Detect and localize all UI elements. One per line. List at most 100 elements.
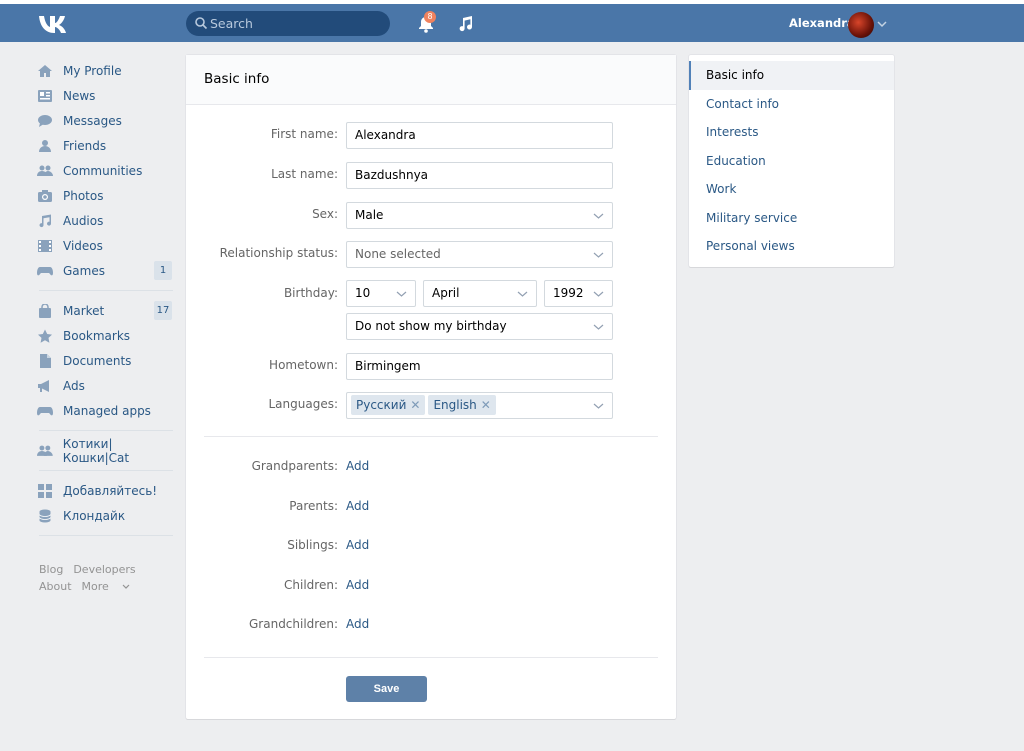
gamepad-icon xyxy=(37,266,53,275)
menu-item-education[interactable]: Education xyxy=(689,147,894,176)
menu-item-contact-info[interactable]: Contact info xyxy=(689,90,894,119)
music-icon xyxy=(39,214,52,227)
save-button[interactable]: Save xyxy=(346,676,427,702)
nav-label: Messages xyxy=(63,113,122,128)
nav-label: Documents xyxy=(63,353,132,368)
sex-value: Male xyxy=(355,208,384,222)
menu-item-military-service[interactable]: Military service xyxy=(689,204,894,233)
nav-item-managed-apps[interactable]: Managed apps xyxy=(37,398,177,423)
add-parents-link[interactable]: Add xyxy=(346,499,369,513)
last-name-field[interactable]: Bazdushnya xyxy=(346,162,613,189)
more-link[interactable]: More xyxy=(82,580,131,593)
grandchildren-label: Grandchildren: xyxy=(249,617,338,631)
market-count-badge: 17 xyxy=(154,301,172,320)
nav-label: Communities xyxy=(63,163,143,178)
nav-item-news[interactable]: News xyxy=(37,83,177,108)
language-chip[interactable]: Русский ✕ xyxy=(351,395,426,415)
star-icon xyxy=(38,329,52,343)
nav-item-games[interactable]: Games 1 xyxy=(37,258,177,283)
developers-link[interactable]: Developers xyxy=(73,563,135,576)
hometown-field[interactable]: Birmingem xyxy=(346,353,613,380)
add-grandchildren-link[interactable]: Add xyxy=(346,617,369,631)
nav-item-communities[interactable]: Communities xyxy=(37,158,177,183)
birthday-day-value: 10 xyxy=(355,286,371,300)
megaphone-icon xyxy=(38,379,49,392)
children-label: Children: xyxy=(284,578,338,592)
chevron-down-icon xyxy=(396,291,407,297)
nav-item-friends[interactable]: Friends xyxy=(37,133,177,158)
basic-info-card: Basic info First name: Alexandra Last na… xyxy=(186,55,676,719)
friends-icon xyxy=(39,139,51,152)
chevron-down-icon xyxy=(122,584,130,589)
nav-item-bookmarks[interactable]: Bookmarks xyxy=(37,323,177,348)
nav-label: Games xyxy=(63,263,105,278)
nav-label: Friends xyxy=(63,138,107,153)
side-navigation: My Profile News Messages Friends Communi… xyxy=(37,58,177,543)
relationship-status-label: Relationship status: xyxy=(219,246,338,260)
sex-select[interactable]: Male xyxy=(346,202,613,229)
nav-item-ads[interactable]: Ads xyxy=(37,373,177,398)
avatar[interactable] xyxy=(848,12,874,38)
music-note-icon[interactable] xyxy=(457,15,475,33)
add-children-link[interactable]: Add xyxy=(346,578,369,592)
remove-icon[interactable]: ✕ xyxy=(410,398,420,412)
add-siblings-link[interactable]: Add xyxy=(346,538,369,552)
relationship-status-select[interactable]: None selected xyxy=(346,241,613,268)
menu-item-basic-info[interactable]: Basic info xyxy=(689,61,894,90)
languages-select[interactable]: Русский ✕ English ✕ xyxy=(346,392,613,419)
nav-label: Videos xyxy=(63,238,103,253)
nav-label: Photos xyxy=(63,188,104,203)
chevron-down-icon xyxy=(593,291,604,297)
nav-item-market[interactable]: Market 17 xyxy=(37,298,177,323)
language-chip-label: Русский xyxy=(356,398,407,412)
nav-item-app-dobavlyaites[interactable]: Добавляйтесь! xyxy=(37,478,177,503)
birthday-year-select[interactable]: 1992 xyxy=(544,280,613,307)
chevron-down-icon xyxy=(593,213,604,219)
chevron-down-icon xyxy=(593,252,604,258)
film-icon xyxy=(38,239,52,252)
nav-divider xyxy=(39,535,173,536)
footer-links: Blog Developers About More xyxy=(39,561,179,595)
menu-item-interests[interactable]: Interests xyxy=(689,118,894,147)
nav-item-my-profile[interactable]: My Profile xyxy=(37,58,177,83)
settings-menu: Basic info Contact info Interests Educat… xyxy=(689,55,894,267)
birthday-day-select[interactable]: 10 xyxy=(346,280,416,307)
nav-label: Ads xyxy=(63,378,85,393)
relationship-status-value: None selected xyxy=(355,247,441,261)
nav-label: Market xyxy=(63,303,105,318)
nav-item-audios[interactable]: Audios xyxy=(37,208,177,233)
birthday-label: Birthday: xyxy=(283,286,338,300)
chevron-down-icon[interactable] xyxy=(877,20,887,28)
camera-icon xyxy=(38,189,52,202)
add-grandparents-link[interactable]: Add xyxy=(346,459,369,473)
search-input[interactable] xyxy=(210,11,380,36)
sex-label: Sex: xyxy=(312,207,338,221)
vk-logo-icon[interactable] xyxy=(38,13,72,35)
communities-icon xyxy=(37,165,53,176)
birthday-visibility-value: Do not show my birthday xyxy=(355,319,507,333)
menu-item-work[interactable]: Work xyxy=(689,175,894,204)
birthday-visibility-select[interactable]: Do not show my birthday xyxy=(346,313,613,340)
last-name-label: Last name: xyxy=(271,167,338,181)
first-name-field[interactable]: Alexandra xyxy=(346,122,613,149)
username[interactable]: Alexandra xyxy=(789,16,855,30)
nav-label: Bookmarks xyxy=(63,328,131,343)
nav-divider xyxy=(39,430,173,431)
nav-item-photos[interactable]: Photos xyxy=(37,183,177,208)
remove-icon[interactable]: ✕ xyxy=(481,398,491,412)
about-link[interactable]: About xyxy=(39,580,72,593)
blog-link[interactable]: Blog xyxy=(39,563,63,576)
nav-item-videos[interactable]: Videos xyxy=(37,233,177,258)
nav-label: Клондайк xyxy=(63,508,126,523)
search-box[interactable] xyxy=(186,11,390,36)
language-chip[interactable]: English ✕ xyxy=(428,395,496,415)
nav-item-app-klondike[interactable]: Клондайк xyxy=(37,503,177,528)
birthday-month-select[interactable]: April xyxy=(423,280,537,307)
nav-item-group[interactable]: Котики|Кошки|Cat xyxy=(37,437,177,465)
nav-label: Managed apps xyxy=(63,403,151,418)
nav-item-messages[interactable]: Messages xyxy=(37,108,177,133)
nav-label: Добавляйтесь! xyxy=(63,483,158,498)
menu-item-personal-views[interactable]: Personal views xyxy=(689,232,894,261)
nav-item-documents[interactable]: Documents xyxy=(37,348,177,373)
grandparents-label: Grandparents: xyxy=(251,459,338,473)
